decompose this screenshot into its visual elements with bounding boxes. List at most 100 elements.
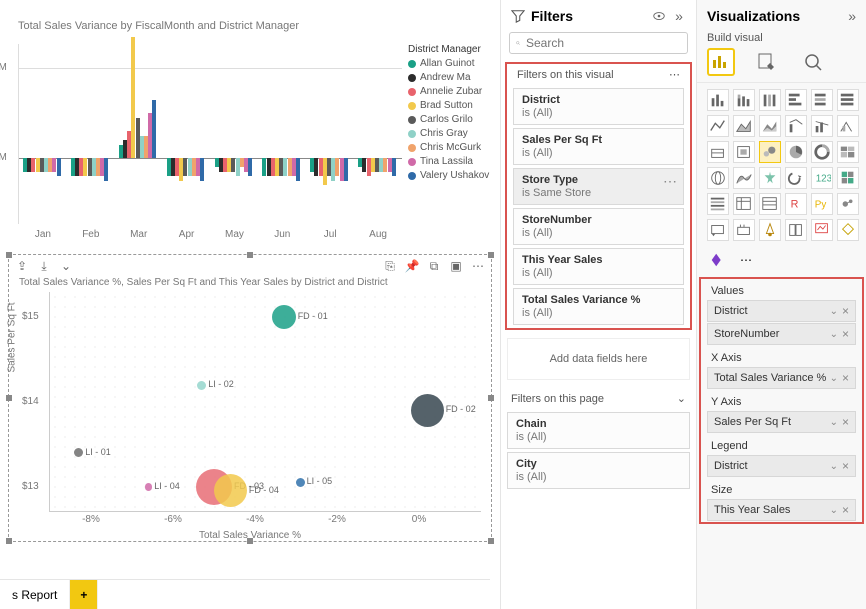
filter-icon[interactable]: ⧉ [427, 259, 441, 273]
chevron-down-icon[interactable]: ⌄ [830, 373, 838, 384]
viz-type-button[interactable] [785, 219, 807, 241]
viz-type-button[interactable] [759, 141, 781, 163]
chevron-down-icon[interactable]: ⌄ [830, 306, 838, 317]
viz-type-button[interactable] [759, 115, 781, 137]
legend-item[interactable]: Chris Gray [408, 128, 492, 139]
section-more-icon[interactable]: ⋯ [669, 68, 680, 81]
legend-item[interactable]: Carlos Grilo [408, 114, 492, 125]
viz-type-button[interactable] [785, 141, 807, 163]
viz-type-button[interactable]: Py [811, 193, 833, 215]
legend-item[interactable]: Allan Guinot [408, 58, 492, 69]
viz-type-button[interactable] [811, 115, 833, 137]
bubble[interactable] [296, 478, 305, 487]
search-input[interactable] [526, 36, 681, 50]
filter-card[interactable]: Sales Per Sq Ftis (All) [513, 128, 684, 165]
bubble[interactable] [411, 394, 444, 427]
chevron-down-icon[interactable]: ⌄ [830, 461, 838, 472]
chevron-down-icon[interactable]: ⌄ [830, 329, 838, 340]
copy-icon[interactable]: ⎘ [383, 259, 397, 273]
viz-type-button[interactable] [837, 115, 859, 137]
collapse-icon[interactable]: » [672, 9, 686, 23]
resize-handle[interactable] [247, 252, 253, 258]
viz-type-button[interactable] [837, 167, 859, 189]
bubble[interactable] [197, 381, 206, 390]
viz-type-button[interactable] [759, 89, 781, 111]
remove-icon[interactable]: × [842, 415, 849, 429]
chart-scatter-selected[interactable]: ⇪ ⤓ ⌄ ⎘ 📌 ⧉ ▣ ⋯ Total Sales Variance %, … [8, 254, 492, 542]
remove-icon[interactable]: × [842, 327, 849, 341]
resize-handle[interactable] [247, 538, 253, 544]
remove-icon[interactable]: × [842, 304, 849, 318]
resize-handle[interactable] [488, 252, 494, 258]
drill-up-icon[interactable]: ⇪ [15, 259, 29, 273]
legend-well-item[interactable]: District⌄× [707, 455, 856, 477]
viz-type-button[interactable] [785, 115, 807, 137]
viz-type-button[interactable] [785, 167, 807, 189]
filter-card[interactable]: Districtis (All) [513, 88, 684, 125]
add-page-button[interactable]: + [70, 580, 98, 609]
bubble[interactable] [272, 305, 296, 329]
viz-type-button[interactable]: 123 [811, 167, 833, 189]
viz-type-button[interactable] [733, 115, 755, 137]
filter-card[interactable]: StoreNumberis (All) [513, 208, 684, 245]
chevron-down-icon[interactable]: ⌄ [677, 392, 686, 405]
viz-type-button[interactable] [707, 219, 729, 241]
legend-item[interactable]: Chris McGurk [408, 142, 492, 153]
remove-icon[interactable]: × [842, 459, 849, 473]
viz-type-button[interactable] [733, 89, 755, 111]
legend-item[interactable]: Andrew Ma [408, 72, 492, 83]
viz-type-button[interactable] [707, 141, 729, 163]
resize-handle[interactable] [488, 395, 494, 401]
pin-icon[interactable]: 📌 [405, 259, 419, 273]
viz-type-button[interactable] [759, 219, 781, 241]
viz-type-button[interactable] [707, 89, 729, 111]
viz-type-button[interactable] [733, 141, 755, 163]
legend-item[interactable]: Brad Sutton [408, 100, 492, 111]
viz-type-button[interactable] [759, 193, 781, 215]
chart-bar[interactable]: Total Sales Variance by FiscalMonth and … [8, 8, 492, 246]
drill-down-icon[interactable]: ⤓ [37, 259, 51, 273]
viz-type-button[interactable] [707, 115, 729, 137]
bubble[interactable] [74, 448, 83, 457]
add-data-fields-drop[interactable]: Add data fields here [507, 338, 690, 380]
chevron-down-icon[interactable]: ⌄ [830, 505, 838, 516]
viz-type-button[interactable] [733, 219, 755, 241]
viz-type-button[interactable] [785, 89, 807, 111]
values-well-item[interactable]: District⌄× [707, 300, 856, 322]
remove-icon[interactable]: × [842, 503, 849, 517]
more-icon[interactable]: ⋯ [471, 259, 485, 273]
filters-search[interactable] [509, 32, 688, 54]
viz-type-button[interactable] [837, 141, 859, 163]
filter-card[interactable]: Chainis (All) [507, 412, 690, 449]
yaxis-well-item[interactable]: Sales Per Sq Ft⌄× [707, 411, 856, 433]
filter-card[interactable]: This Year Salesis (All) [513, 248, 684, 285]
viz-type-button[interactable] [733, 167, 755, 189]
legend-item[interactable]: Annelie Zubar [408, 86, 492, 97]
size-well-item[interactable]: This Year Sales⌄× [707, 499, 856, 521]
expand-icon[interactable]: ⌄ [59, 259, 73, 273]
viz-type-button[interactable] [837, 89, 859, 111]
resize-handle[interactable] [488, 538, 494, 544]
viz-type-button[interactable] [707, 193, 729, 215]
build-tab[interactable] [707, 48, 735, 76]
viz-type-button[interactable] [707, 167, 729, 189]
viz-type-button[interactable] [733, 193, 755, 215]
viz-type-button[interactable] [759, 167, 781, 189]
collapse-icon[interactable]: » [848, 8, 856, 24]
chevron-down-icon[interactable]: ⌄ [830, 417, 838, 428]
format-tab[interactable] [753, 48, 781, 76]
viz-type-button[interactable]: R [785, 193, 807, 215]
filter-card[interactable]: Total Sales Variance %is (All) [513, 288, 684, 325]
resize-handle[interactable] [6, 538, 12, 544]
resize-handle[interactable] [6, 395, 12, 401]
remove-icon[interactable]: × [842, 371, 849, 385]
more-visuals-icon[interactable]: ⋯ [735, 249, 757, 271]
report-tab[interactable]: s Report [0, 580, 70, 609]
viz-type-button[interactable] [837, 193, 859, 215]
legend-item[interactable]: Valery Ushakov [408, 170, 492, 181]
bubble[interactable] [214, 474, 247, 507]
values-well-item[interactable]: StoreNumber⌄× [707, 323, 856, 345]
focus-icon[interactable]: ▣ [449, 259, 463, 273]
eye-icon[interactable] [652, 9, 666, 23]
viz-type-button[interactable] [811, 89, 833, 111]
